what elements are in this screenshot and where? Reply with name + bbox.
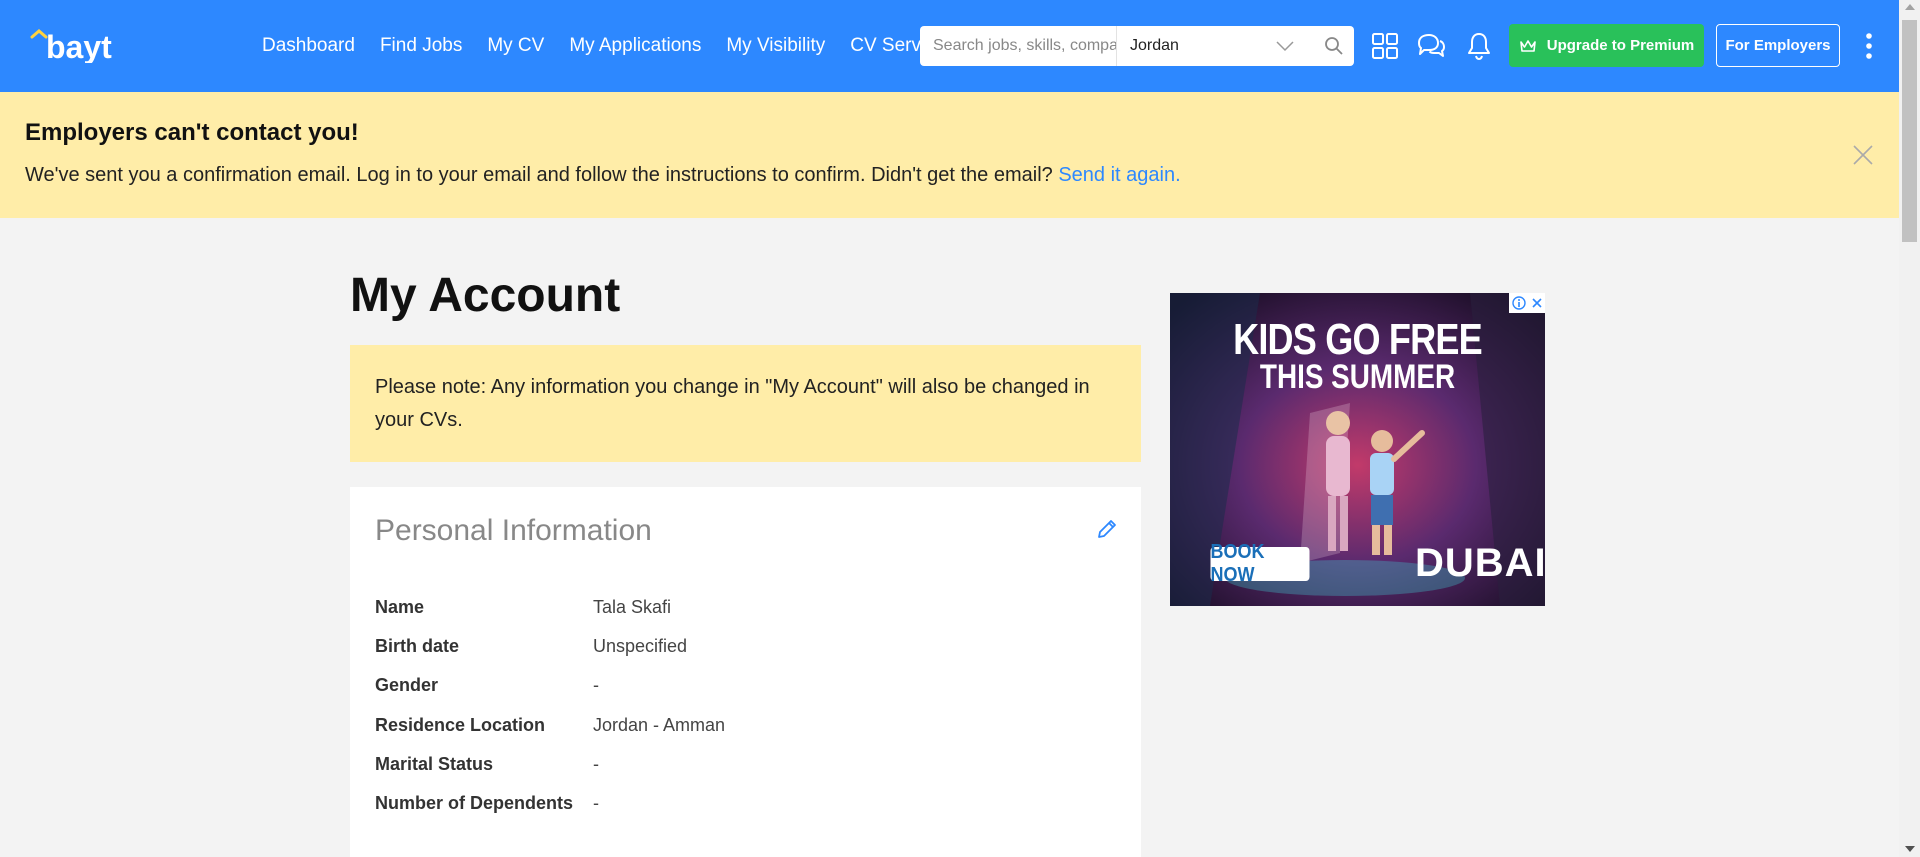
info-value: - xyxy=(593,792,599,813)
info-row-residence-location: Residence Location Jordan - Amman xyxy=(375,715,1075,754)
info-row-dependents: Number of Dependents - xyxy=(375,793,1075,832)
ad-info-icon[interactable] xyxy=(1511,296,1526,310)
info-label: Number of Dependents xyxy=(375,792,574,813)
search-input[interactable] xyxy=(920,26,1117,66)
info-row-birth-date: Birth date Unspecified xyxy=(375,636,1075,675)
personal-information-card: Personal Information Name Tala Skafi Bir… xyxy=(350,487,1141,857)
bayt-logo[interactable]: bayt xyxy=(30,27,160,63)
banner-title: Employers can't contact you! xyxy=(25,119,359,146)
info-label: Birth date xyxy=(375,636,460,657)
nav-my-visibility[interactable]: My Visibility xyxy=(726,35,825,57)
search-box: Jordan xyxy=(920,26,1354,66)
chevron-down-icon xyxy=(1276,41,1294,52)
close-icon[interactable] xyxy=(1852,144,1874,166)
apps-grid-icon[interactable] xyxy=(1370,31,1400,61)
personal-info-list: Name Tala Skafi Birth date Unspecified G… xyxy=(375,597,1075,832)
info-value: Unspecified xyxy=(593,636,688,657)
messages-icon[interactable] xyxy=(1416,31,1446,61)
more-options-icon[interactable] xyxy=(1862,32,1876,60)
nav-my-cv[interactable]: My CV xyxy=(487,35,544,57)
card-title: Personal Information xyxy=(375,514,652,547)
info-value: Tala Skafi xyxy=(593,597,672,617)
nav-dashboard[interactable]: Dashboard xyxy=(262,35,355,57)
info-label: Name xyxy=(375,597,425,617)
info-row-gender: Gender - xyxy=(375,675,1075,714)
employers-label: For Employers xyxy=(1725,37,1831,54)
ad-choices-badge[interactable] xyxy=(1509,293,1545,313)
location-value: Jordan xyxy=(1130,37,1179,54)
info-label: Marital Status xyxy=(375,753,494,774)
scroll-up-arrow-icon[interactable] xyxy=(1905,4,1915,10)
email-confirmation-banner: Employers can't contact you! We've sent … xyxy=(0,92,1899,218)
nav-find-jobs[interactable]: Find Jobs xyxy=(380,35,462,57)
upgrade-label: Upgrade to Premium xyxy=(1546,37,1695,54)
info-value: - xyxy=(593,753,599,774)
banner-text: We've sent you a confirmation email. Log… xyxy=(25,164,1053,186)
crown-icon xyxy=(1519,39,1536,52)
edit-pencil-icon[interactable] xyxy=(1095,517,1119,541)
ad-close-icon[interactable] xyxy=(1531,297,1543,309)
for-employers-button[interactable]: For Employers xyxy=(1716,24,1840,67)
resend-email-link[interactable]: Send it again. xyxy=(1058,164,1180,186)
ad-subheadline: THIS SUMMER xyxy=(1259,358,1456,396)
info-row-marital-status: Marital Status - xyxy=(375,754,1075,793)
advertisement-banner[interactable]: KIDS GO FREE THIS SUMMER BOOK NOW DUBAI xyxy=(1170,293,1545,606)
ad-brand-logo: DUBAI xyxy=(1415,541,1545,585)
search-icon[interactable] xyxy=(1324,36,1344,56)
nav-my-applications[interactable]: My Applications xyxy=(569,35,701,57)
location-select[interactable]: Jordan xyxy=(1117,26,1354,66)
ad-book-now-button[interactable]: BOOK NOW xyxy=(1210,541,1310,586)
banner-message: We've sent you a confirmation email. Log… xyxy=(25,164,1181,187)
info-row-name: Name Tala Skafi xyxy=(375,597,1075,636)
main-nav: Dashboard Find Jobs My CV My Application… xyxy=(262,0,980,92)
scroll-thumb[interactable] xyxy=(1902,20,1917,242)
page-title: My Account xyxy=(350,269,621,322)
upgrade-premium-button[interactable]: Upgrade to Premium xyxy=(1509,24,1704,67)
notifications-bell-icon[interactable] xyxy=(1464,31,1494,61)
info-value: Jordan - Amman xyxy=(593,714,726,735)
scroll-down-arrow-icon[interactable] xyxy=(1905,846,1915,852)
info-value: - xyxy=(593,675,599,696)
top-header: bayt Dashboard Find Jobs My CV My Applic… xyxy=(0,0,1899,92)
account-note: Please note: Any information you change … xyxy=(350,345,1141,462)
info-label: Residence Location xyxy=(375,714,546,735)
logo-text: bayt xyxy=(46,29,112,63)
page-scrollbar[interactable] xyxy=(1899,0,1920,857)
info-label: Gender xyxy=(375,675,439,696)
